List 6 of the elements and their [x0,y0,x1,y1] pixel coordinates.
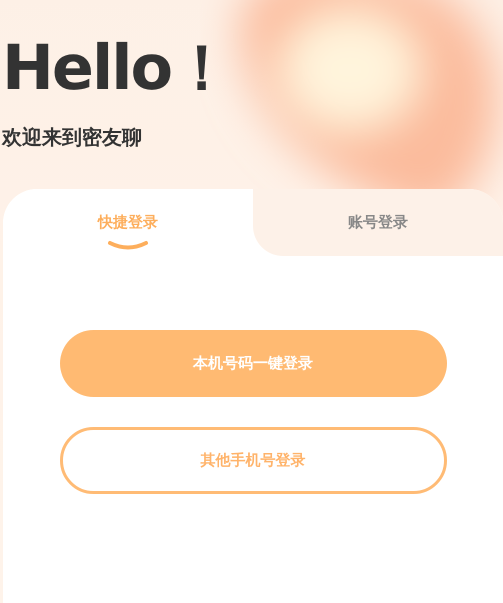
welcome-subtitle: 欢迎来到密友聊 [2,124,142,151]
login-button[interactable]: 其他手机号登录 [60,427,446,494]
tab-indicator-icon [107,240,149,250]
login-button[interactable]: 本机号码一键登录 [60,330,446,397]
login-tab[interactable]: 账号登录 [253,189,503,256]
greeting-title: Hello！ [2,30,232,106]
